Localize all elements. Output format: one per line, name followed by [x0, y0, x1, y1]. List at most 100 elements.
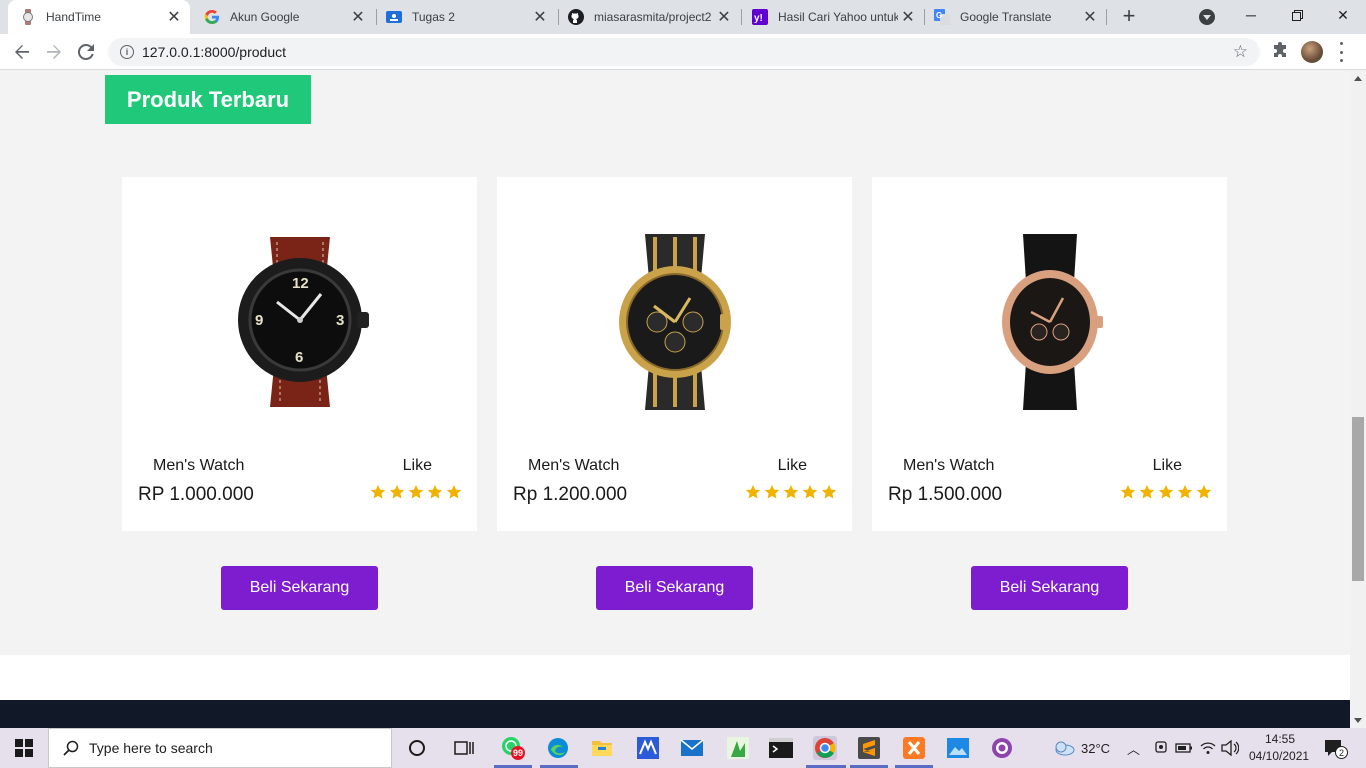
app-blue-m-icon[interactable]	[636, 736, 660, 760]
temperature-label[interactable]: 32°C	[1081, 741, 1110, 756]
app-green-leaf-icon[interactable]	[726, 736, 750, 760]
clock-time[interactable]: 14:55	[1265, 732, 1295, 746]
google-icon	[204, 9, 220, 25]
star-icon	[764, 485, 780, 499]
weather-cloud-icon[interactable]	[1052, 736, 1076, 760]
like-label[interactable]: Like	[403, 457, 432, 475]
whatsapp-icon[interactable]: 99	[501, 736, 525, 760]
tab-strip: HandTime ✕ Akun Google ✕ Tugas 2 ✕ miasa…	[0, 0, 1366, 34]
tab-handtime[interactable]: HandTime ✕	[8, 0, 190, 34]
mail-icon[interactable]	[680, 736, 704, 760]
scroll-thumb[interactable]	[1352, 417, 1364, 581]
github-icon	[568, 9, 584, 25]
chrome-icon[interactable]	[813, 736, 837, 760]
forward-icon[interactable]	[42, 40, 66, 64]
cortana-icon[interactable]	[405, 736, 429, 760]
windows-start-icon[interactable]	[0, 728, 48, 768]
rating-stars	[1120, 484, 1212, 500]
close-icon[interactable]: ✕	[348, 7, 368, 27]
product-image-watch-rose-gold[interactable]	[872, 217, 1227, 427]
new-tab-button[interactable]: +	[1119, 5, 1139, 27]
product-name: Men's Watch	[528, 457, 620, 474]
close-icon[interactable]: ✕	[1080, 7, 1100, 27]
url-text: 127.0.0.1:8000/product	[142, 44, 287, 60]
search-placeholder: Type here to search	[89, 740, 213, 756]
tab-title: Akun Google	[230, 10, 300, 24]
tab-google-translate[interactable]: G Google Translate ✕	[922, 0, 1106, 34]
buy-now-button[interactable]: Beli Sekarang	[596, 566, 753, 610]
address-bar[interactable]: i 127.0.0.1:8000/product ☆	[108, 38, 1260, 66]
tab-title: Google Translate	[960, 10, 1052, 24]
close-window-button[interactable]: ✕	[1320, 0, 1366, 30]
chevron-up-icon[interactable]: ︿	[1127, 739, 1140, 758]
rating-stars	[370, 484, 462, 500]
terminal-icon[interactable]	[769, 736, 793, 760]
tab-github[interactable]: miasarasmita/project2 ✕	[556, 0, 740, 34]
back-icon[interactable]	[10, 40, 34, 64]
page-spacer	[0, 655, 1350, 700]
tab-title: HandTime	[46, 10, 101, 24]
volume-icon[interactable]	[1218, 736, 1242, 760]
star-icon	[427, 485, 443, 499]
edge-icon[interactable]	[546, 736, 570, 760]
svg-text:y!: y!	[754, 13, 763, 24]
product-image-watch-brown-strap[interactable]: 12 9 3 6	[122, 217, 477, 427]
like-label[interactable]: Like	[1153, 457, 1182, 475]
tab-akun-google[interactable]: Akun Google ✕	[192, 0, 374, 34]
reload-icon[interactable]	[74, 40, 98, 64]
product-image-watch-gold-bracelet[interactable]	[497, 217, 852, 427]
star-icon	[446, 485, 462, 499]
whatsapp-badge: 99	[513, 748, 524, 758]
close-icon[interactable]: ✕	[164, 7, 184, 27]
page-viewport: Produk Terbaru 12 9 3 6 Men's Watch Like…	[0, 71, 1350, 728]
close-icon[interactable]: ✕	[898, 7, 918, 27]
file-explorer-icon[interactable]	[590, 736, 614, 760]
yahoo-icon: y!	[752, 9, 768, 25]
translate-icon: G	[934, 9, 950, 25]
tab-yahoo[interactable]: y! Hasil Cari Yahoo untuk ✕	[740, 0, 924, 34]
close-icon[interactable]: ✕	[530, 7, 550, 27]
battery-icon[interactable]	[1172, 736, 1196, 760]
photos-icon[interactable]	[946, 736, 970, 760]
sublime-text-icon[interactable]	[857, 736, 881, 760]
tab-search-icon[interactable]	[1199, 9, 1215, 25]
star-icon	[408, 485, 424, 499]
github-desktop-icon[interactable]	[990, 736, 1014, 760]
like-label[interactable]: Like	[778, 457, 807, 475]
page-scrollbar[interactable]	[1350, 71, 1366, 728]
taskbar-search-box[interactable]: Type here to search	[48, 728, 392, 768]
close-icon[interactable]: ✕	[714, 7, 734, 27]
page-footer	[0, 700, 1350, 728]
site-info-icon[interactable]: i	[120, 45, 134, 59]
product-card: 12 9 3 6 Men's Watch Like RP 1.000.000	[122, 177, 477, 531]
minimize-button[interactable]: ─	[1228, 0, 1274, 30]
buy-now-button[interactable]: Beli Sekarang	[971, 566, 1128, 610]
scroll-down-arrow[interactable]	[1354, 718, 1362, 723]
star-icon	[1139, 485, 1155, 499]
star-icon	[1196, 485, 1212, 499]
browser-menu-icon[interactable]	[1338, 42, 1344, 62]
scroll-up-arrow[interactable]	[1354, 76, 1362, 81]
task-view-icon[interactable]	[452, 736, 476, 760]
profile-avatar[interactable]	[1301, 41, 1323, 63]
svg-text:G: G	[936, 11, 942, 20]
xampp-icon[interactable]	[902, 736, 926, 760]
webcam-icon[interactable]	[1149, 736, 1173, 760]
clock-date[interactable]: 04/10/2021	[1249, 749, 1309, 763]
watch-icon	[20, 9, 36, 25]
product-price: Rp 1.500.000	[888, 484, 1003, 505]
wifi-icon[interactable]	[1196, 736, 1220, 760]
product-name: Men's Watch	[153, 457, 245, 474]
extensions-icon[interactable]	[1271, 42, 1289, 60]
buy-now-button[interactable]: Beli Sekarang	[221, 566, 378, 610]
product-price: Rp 1.200.000	[513, 484, 628, 505]
restore-button[interactable]	[1274, 0, 1320, 30]
browser-toolbar: i 127.0.0.1:8000/product ☆	[0, 34, 1366, 70]
star-icon	[745, 485, 761, 499]
star-icon	[1120, 485, 1136, 499]
star-icon	[783, 485, 799, 499]
tab-tugas-2[interactable]: Tugas 2 ✕	[374, 0, 556, 34]
star-icon	[370, 485, 386, 499]
notification-center-icon[interactable]: 2	[1322, 736, 1348, 760]
bookmark-star-icon[interactable]: ☆	[1233, 42, 1248, 62]
